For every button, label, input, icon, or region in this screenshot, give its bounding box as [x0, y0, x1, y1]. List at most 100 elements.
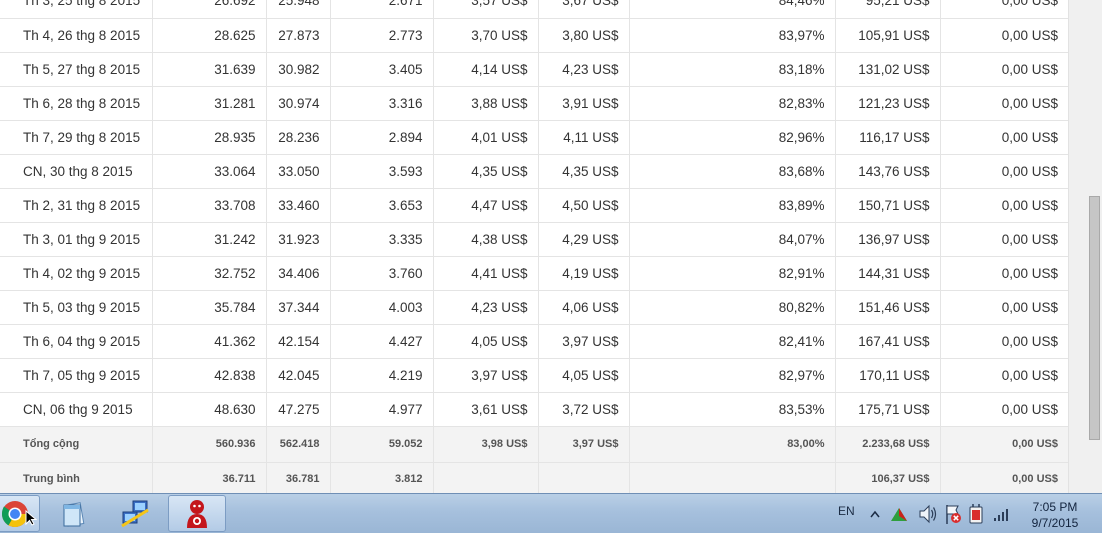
metric-cell-c8: 0,00 US$	[940, 120, 1068, 155]
row-label-cell: Th 3, 01 thg 9 2015	[0, 222, 153, 257]
metric-cell-c4: 3,98 US$	[433, 426, 539, 463]
vertical-scrollbar[interactable]	[1068, 0, 1102, 493]
metric-cell-c2: 42.154	[266, 324, 331, 359]
metric-cell-c1: 31.639	[152, 52, 267, 87]
taskbar-app-notepad[interactable]	[45, 495, 101, 532]
metric-cell-c6: 84,07%	[629, 222, 836, 257]
metric-cell-c6	[629, 462, 836, 493]
taskbar: EN 7:05 PM 9/7/2015	[0, 493, 1102, 533]
average-row: Trung bình 36.711 36.781 3.812 106,37 US$ 0,0…	[0, 462, 1068, 493]
table-row: Th 6, 28 thg 8 2015 31.281 30.974 3.316 3,88…	[0, 86, 1068, 121]
metric-cell-c4	[433, 462, 539, 493]
total-row: Tổng cộng 560.936 562.418 59.052 3,98 US$ 3,9…	[0, 426, 1068, 463]
row-label-cell: Th 4, 02 thg 9 2015	[0, 256, 153, 291]
network-connection-icon	[121, 500, 149, 527]
metric-cell-c3: 3.653	[330, 188, 434, 223]
metric-cell-c8: 0,00 US$	[940, 462, 1068, 493]
row-label-cell: Th 5, 03 thg 9 2015	[0, 290, 153, 325]
metric-cell-c2: 33.460	[266, 188, 331, 223]
metric-cell-c1: 41.362	[152, 324, 267, 359]
metric-cell-c5: 4,23 US$	[538, 52, 630, 87]
metric-cell-c8: 0,00 US$	[940, 0, 1068, 19]
metric-cell-c2: 28.236	[266, 120, 331, 155]
clock-time: 7:05 PM	[1032, 500, 1078, 514]
table-row: Th 7, 05 thg 9 2015 42.838 42.045 4.219 3,97…	[0, 358, 1068, 393]
system-clock[interactable]: 7:05 PM 9/7/2015	[1020, 499, 1090, 531]
metric-cell-c3: 2.773	[330, 18, 434, 53]
metric-cell-c4: 4,35 US$	[433, 154, 539, 189]
volume-icon[interactable]	[918, 494, 938, 534]
row-label-cell: Th 7, 05 thg 9 2015	[0, 358, 153, 393]
row-label-cell: CN, 30 thg 8 2015	[0, 154, 153, 189]
metric-cell-c6: 82,96%	[629, 120, 836, 155]
metric-cell-c2: 34.406	[266, 256, 331, 291]
metric-cell-c1: 42.838	[152, 358, 267, 393]
metric-cell-c2: 30.982	[266, 52, 331, 87]
row-label-cell: Th 6, 28 thg 8 2015	[0, 86, 153, 121]
metric-cell-c3: 3.593	[330, 154, 434, 189]
language-indicator[interactable]: EN	[838, 504, 855, 518]
row-label-cell: Th 4, 26 thg 8 2015	[0, 18, 153, 53]
metric-cell-c1: 28.935	[152, 120, 267, 155]
metric-cell-c4: 3,61 US$	[433, 392, 539, 427]
metric-cell-c3: 3.812	[330, 462, 434, 493]
metric-cell-c6: 83,68%	[629, 154, 836, 189]
metric-cell-c1: 33.708	[152, 188, 267, 223]
show-hidden-icons-chevron[interactable]	[868, 494, 882, 534]
metric-cell-c6: 83,97%	[629, 18, 836, 53]
metric-cell-c1: 560.936	[152, 426, 267, 463]
metric-cell-c5: 4,29 US$	[538, 222, 630, 257]
taskbar-app-network[interactable]	[108, 495, 164, 532]
metric-cell-c4: 4,01 US$	[433, 120, 539, 155]
metric-cell-c8: 0,00 US$	[940, 290, 1068, 325]
signal-icon[interactable]	[991, 494, 1013, 534]
metric-cell-c6: 83,53%	[629, 392, 836, 427]
scrollbar-thumb[interactable]	[1089, 196, 1100, 440]
row-label-cell: Th 3, 25 thg 8 2015	[0, 0, 153, 19]
row-label-cell: Trung bình	[0, 462, 153, 493]
report-table-area: Th 3, 25 thg 8 2015 26.692 25.948 2.671 3,57…	[0, 0, 1068, 493]
metric-cell-c2: 31.923	[266, 222, 331, 257]
taskbar-app-red-character[interactable]	[168, 495, 226, 532]
metric-cell-c2: 27.873	[266, 18, 331, 53]
action-center-icon[interactable]	[943, 494, 963, 534]
metric-cell-c8: 0,00 US$	[940, 18, 1068, 53]
metric-cell-c5: 3,72 US$	[538, 392, 630, 427]
metric-cell-c5: 4,50 US$	[538, 188, 630, 223]
metric-cell-c8: 0,00 US$	[940, 188, 1068, 223]
metric-cell-c3: 4.977	[330, 392, 434, 427]
metric-cell-c4: 4,05 US$	[433, 324, 539, 359]
metric-cell-c7: 2.233,68 US$	[835, 426, 941, 463]
metric-cell-c8: 0,00 US$	[940, 358, 1068, 393]
metric-cell-c2: 36.781	[266, 462, 331, 493]
metric-cell-c5: 4,19 US$	[538, 256, 630, 291]
metric-cell-c5: 3,97 US$	[538, 324, 630, 359]
metric-cell-c4: 4,23 US$	[433, 290, 539, 325]
metric-cell-c2: 25.948	[266, 0, 331, 19]
report-table: Th 3, 25 thg 8 2015 26.692 25.948 2.671 3,57…	[0, 0, 1068, 493]
flag-icon[interactable]	[889, 494, 909, 534]
metric-cell-c3: 2.894	[330, 120, 434, 155]
metric-cell-c7: 175,71 US$	[835, 392, 941, 427]
metric-cell-c3: 4.427	[330, 324, 434, 359]
app-red-character-icon	[187, 499, 207, 528]
metric-cell-c7: 151,46 US$	[835, 290, 941, 325]
metric-cell-c2: 42.045	[266, 358, 331, 393]
table-row: Th 7, 29 thg 8 2015 28.935 28.236 2.894 4,01…	[0, 120, 1068, 155]
metric-cell-c1: 32.752	[152, 256, 267, 291]
cursor-icon	[25, 510, 38, 526]
table-row: CN, 30 thg 8 2015 33.064 33.050 3.593 4,35 U…	[0, 154, 1068, 189]
metric-cell-c1: 31.281	[152, 86, 267, 121]
metric-cell-c5: 4,05 US$	[538, 358, 630, 393]
metric-cell-c1: 31.242	[152, 222, 267, 257]
table-row: CN, 06 thg 9 2015 48.630 47.275 4.977 3,61 U…	[0, 392, 1068, 427]
metric-cell-c7: 150,71 US$	[835, 188, 941, 223]
metric-cell-c3: 3.316	[330, 86, 434, 121]
metric-cell-c3: 2.671	[330, 0, 434, 19]
metric-cell-c7: 136,97 US$	[835, 222, 941, 257]
metric-cell-c5: 4,06 US$	[538, 290, 630, 325]
power-icon[interactable]	[966, 494, 986, 534]
taskbar-app-chrome[interactable]	[0, 495, 40, 532]
metric-cell-c7: 170,11 US$	[835, 358, 941, 393]
row-label-cell: Th 7, 29 thg 8 2015	[0, 120, 153, 155]
